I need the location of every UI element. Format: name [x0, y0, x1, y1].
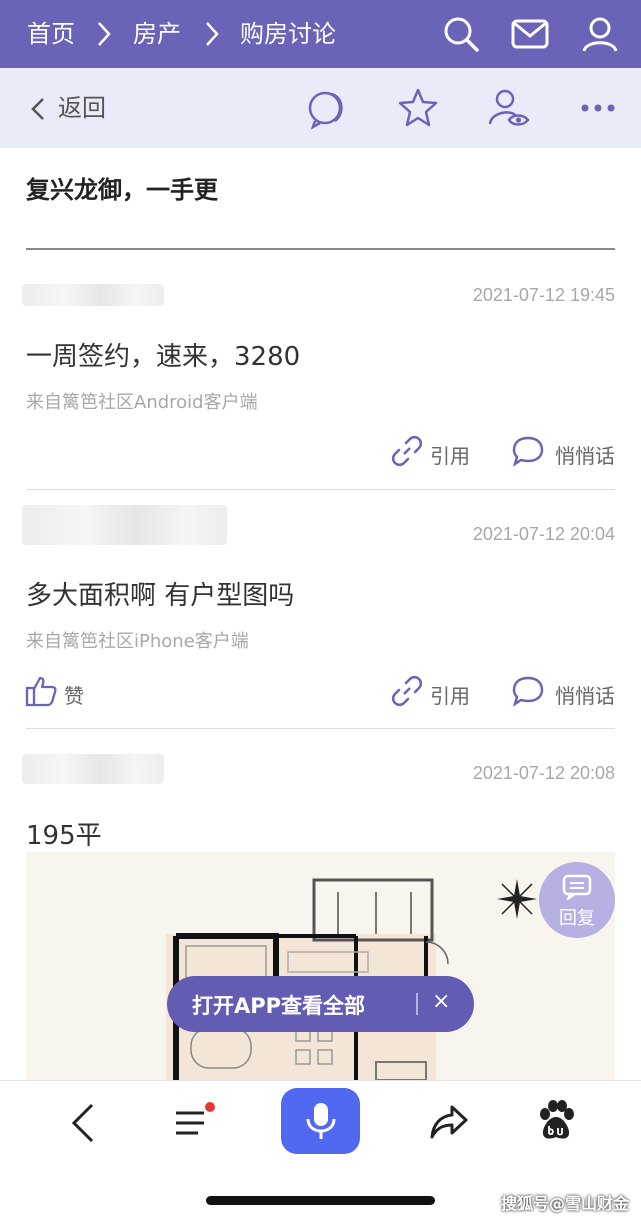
- post-divider: [26, 489, 615, 490]
- menu-icon: [176, 1102, 215, 1135]
- breadcrumb-section[interactable]: 房产: [133, 0, 181, 68]
- thumbs-up-icon: [25, 676, 57, 707]
- post-divider: [26, 728, 615, 729]
- user-icon[interactable]: [580, 14, 620, 54]
- post-content: 多大面积啊 有户型图吗: [26, 581, 295, 611]
- post-source: 来自篱笆社区iPhone客户端: [26, 631, 249, 652]
- voice-search-button[interactable]: [281, 1088, 360, 1154]
- chat-bubble-icon: [512, 436, 544, 467]
- post-time: 2021-07-12 19:45: [472, 285, 615, 305]
- chat-bubble-icon: [512, 676, 544, 707]
- private-message-label: 悄悄话: [555, 444, 615, 468]
- action-bar: 返回: [0, 68, 641, 148]
- search-icon[interactable]: [441, 14, 481, 54]
- chevron-right-icon: [206, 22, 219, 46]
- menu-button[interactable]: [170, 1101, 218, 1145]
- more-icon[interactable]: [577, 86, 621, 130]
- thread-title: 复兴龙御，一手更: [26, 176, 218, 204]
- reply-button[interactable]: 回复: [539, 862, 615, 938]
- close-banner-button[interactable]: ×: [432, 989, 450, 1014]
- private-message-label: 悄悄话: [555, 684, 615, 708]
- open-app-label: 打开APP查看全部: [192, 994, 366, 1018]
- back-arrow-icon[interactable]: [68, 1101, 98, 1145]
- post-content: 195平: [26, 821, 102, 851]
- top-bar: 首页 房产 购房讨论: [0, 0, 641, 68]
- reply-label: 回复: [559, 908, 595, 929]
- banner-separator: [416, 993, 418, 1015]
- quote-label: 引用: [430, 684, 470, 708]
- chevron-right-icon: [98, 22, 111, 46]
- blurred-username: [22, 284, 164, 306]
- follow-user-icon[interactable]: [487, 86, 531, 130]
- post-source: 来自篱笆社区Android客户端: [26, 392, 258, 413]
- open-app-banner[interactable]: 打开APP查看全部 ×: [167, 976, 474, 1032]
- breadcrumb-home[interactable]: 首页: [27, 0, 75, 68]
- back-label: 返回: [58, 94, 106, 122]
- mail-icon[interactable]: [510, 14, 550, 54]
- post-time: 2021-07-12 20:04: [472, 524, 615, 544]
- like-label: 赞: [64, 684, 84, 708]
- link-icon: [391, 675, 423, 707]
- blurred-username: [22, 505, 227, 545]
- quote-label: 引用: [430, 444, 470, 468]
- post-content: 一周签约，速来，3280: [26, 342, 301, 372]
- microphone-icon: [306, 1103, 336, 1139]
- back-button[interactable]: 返回: [30, 68, 106, 148]
- title-divider: [26, 248, 615, 250]
- link-icon: [391, 435, 423, 467]
- breadcrumb-board[interactable]: 购房讨论: [240, 0, 336, 68]
- watermark: 搜狐号@雪山财金: [500, 1194, 629, 1213]
- post-time: 2021-07-12 20:08: [472, 763, 615, 783]
- blurred-username: [22, 754, 164, 784]
- floor-plan-image[interactable]: [26, 852, 615, 1080]
- reply-icon: [562, 874, 592, 900]
- compass-icon: [497, 879, 537, 919]
- comments-icon[interactable]: [305, 86, 349, 130]
- star-icon[interactable]: [396, 86, 440, 130]
- baidu-paw-icon[interactable]: [536, 1099, 576, 1143]
- chevron-left-icon: [31, 98, 44, 120]
- share-icon[interactable]: [428, 1101, 470, 1143]
- home-indicator: [206, 1196, 435, 1205]
